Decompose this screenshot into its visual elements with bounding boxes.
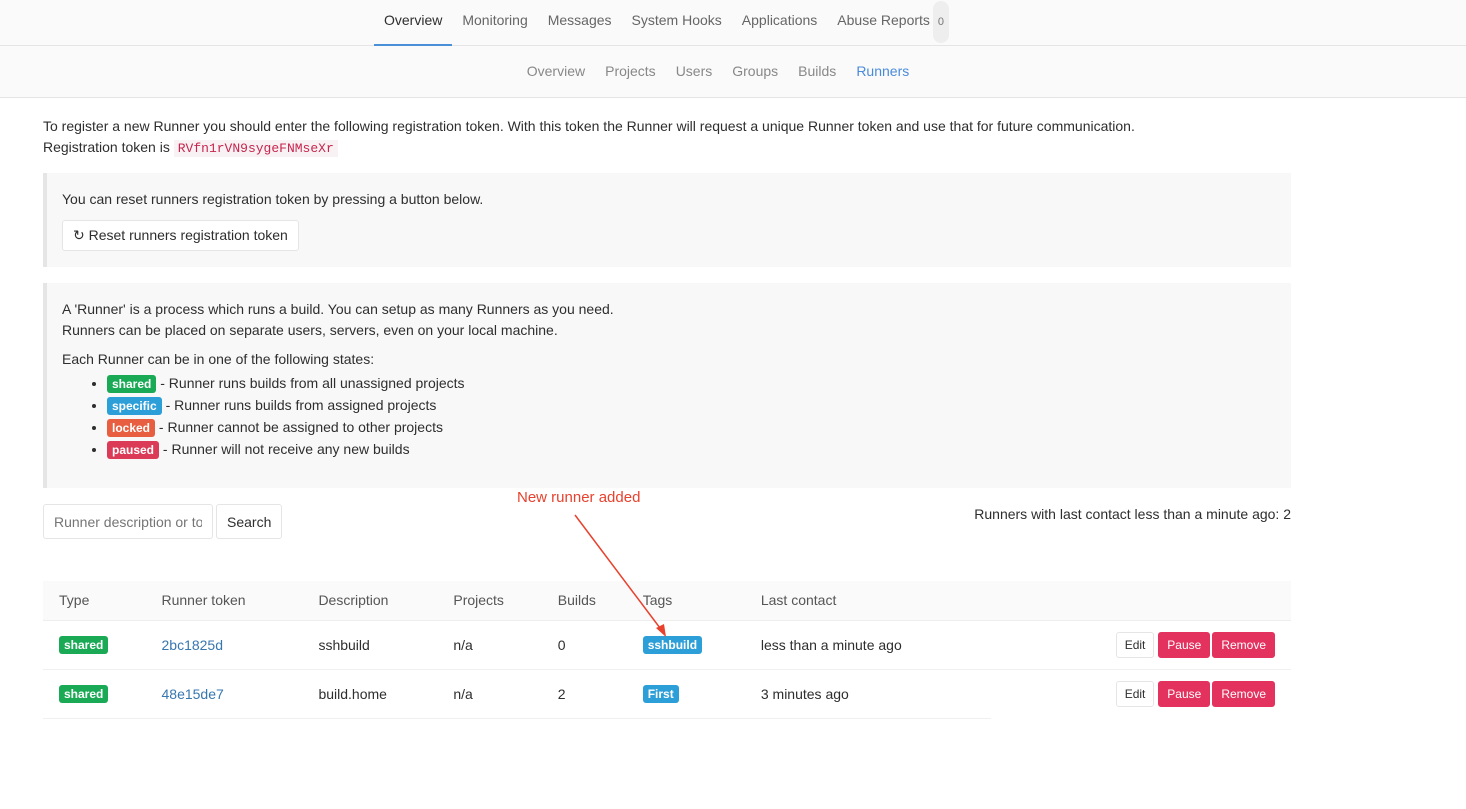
annotation-arrow-icon — [574, 514, 666, 637]
